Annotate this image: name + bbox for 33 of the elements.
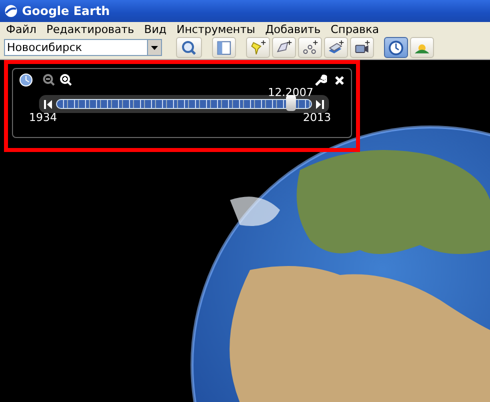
menu-item[interactable]: Файл: [6, 22, 36, 36]
menu-item[interactable]: Инструменты: [176, 22, 256, 36]
toolbar-button[interactable]: [298, 37, 322, 58]
zoom-in-icon[interactable]: [59, 73, 73, 87]
end-year-label: 2013: [303, 111, 331, 124]
layers-icon: [327, 38, 345, 56]
skip-to-end-icon[interactable]: [316, 100, 324, 108]
app-logo-icon: [4, 4, 18, 18]
toolbar-button[interactable]: [384, 37, 408, 58]
sidebar-icon: [215, 38, 233, 56]
date-label: 12.2007: [268, 86, 314, 99]
toolbar-button[interactable]: [212, 37, 236, 58]
pushpin-icon: [249, 38, 267, 56]
skip-to-start-icon[interactable]: [44, 100, 52, 108]
clock-icon: [387, 38, 405, 56]
path-icon: [301, 38, 319, 56]
toolbar-button[interactable]: [410, 37, 434, 58]
search-button[interactable]: [176, 37, 202, 58]
menu-item[interactable]: Справка: [330, 22, 380, 36]
menu-item[interactable]: Вид: [144, 22, 166, 36]
menu-item[interactable]: Редактировать: [46, 22, 134, 36]
toolbar-button[interactable]: [350, 37, 374, 58]
window-title: Google Earth: [22, 4, 110, 18]
slider-thumb[interactable]: [286, 95, 296, 111]
close-icon[interactable]: [334, 74, 345, 86]
search-field[interactable]: Новосибирск: [4, 39, 147, 56]
clock-icon[interactable]: [19, 73, 33, 87]
toolbar-button[interactable]: [272, 37, 296, 58]
search-icon: [181, 40, 197, 56]
start-year-label: 1934: [29, 111, 57, 124]
menu-item[interactable]: Добавить: [265, 22, 321, 36]
toolbar-button[interactable]: [324, 37, 348, 58]
zoom-out-icon[interactable]: [42, 73, 56, 87]
